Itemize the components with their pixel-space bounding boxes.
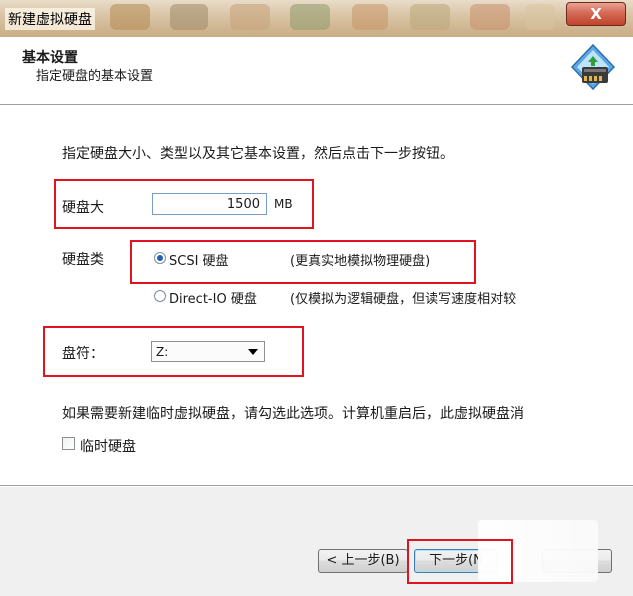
direct-io-radio[interactable]: [154, 290, 166, 302]
direct-io-option-label: Direct-IO 硬盘: [169, 292, 257, 307]
size-unit: MB: [274, 197, 293, 211]
wizard-content: 指定硬盘大小、类型以及其它基本设置，然后点击下一步按钮。 硬盘大 1500 MB…: [0, 105, 633, 485]
window-title: 新建虚拟硬盘: [5, 8, 95, 30]
title-bar-decoration: [410, 4, 450, 30]
drive-letter-select[interactable]: Z:: [151, 341, 265, 362]
wizard-header: 基本设置 指定硬盘的基本设置: [0, 37, 633, 104]
size-label: 硬盘大: [62, 200, 104, 216]
chevron-down-icon: [248, 349, 258, 355]
scsi-option-label: SCSI 硬盘: [169, 254, 229, 269]
title-bar-decoration: [290, 4, 330, 30]
intro-text: 指定硬盘大小、类型以及其它基本设置，然后点击下一步按钮。: [62, 146, 454, 162]
drive-letter-label: 盘符：: [62, 346, 104, 362]
page-title: 基本设置: [22, 50, 78, 66]
temp-disk-note: 如果需要新建临时虚拟硬盘，请勾选此选项。计算机重启后，此虚拟硬盘消: [62, 406, 524, 422]
temp-disk-checkbox[interactable]: [62, 437, 75, 450]
size-input[interactable]: 1500: [152, 193, 267, 215]
close-button[interactable]: X: [566, 2, 626, 26]
hard-disk-wizard-icon: [570, 43, 616, 91]
back-button[interactable]: < 上一步(B): [318, 549, 408, 573]
highlight-box: [407, 539, 513, 584]
title-bar-decoration: [170, 4, 208, 30]
title-bar-decoration: [525, 4, 555, 30]
scsi-option-note: (更真实地模拟物理硬盘): [290, 254, 431, 269]
direct-io-option-note: (仅模拟为逻辑硬盘，但读写速度相对较: [290, 292, 517, 307]
page-subtitle: 指定硬盘的基本设置: [36, 69, 154, 84]
type-label: 硬盘类: [62, 252, 104, 268]
close-icon: X: [590, 5, 602, 23]
title-bar-decoration: [110, 4, 150, 30]
title-bar-decoration: [470, 4, 510, 30]
title-bar: 新建虚拟硬盘 X: [0, 0, 633, 38]
drive-letter-value: Z:: [156, 345, 169, 359]
temp-disk-label[interactable]: 临时硬盘: [80, 436, 136, 456]
title-bar-decoration: [230, 4, 270, 30]
scsi-radio[interactable]: [154, 252, 166, 264]
title-bar-decoration: [352, 4, 388, 30]
